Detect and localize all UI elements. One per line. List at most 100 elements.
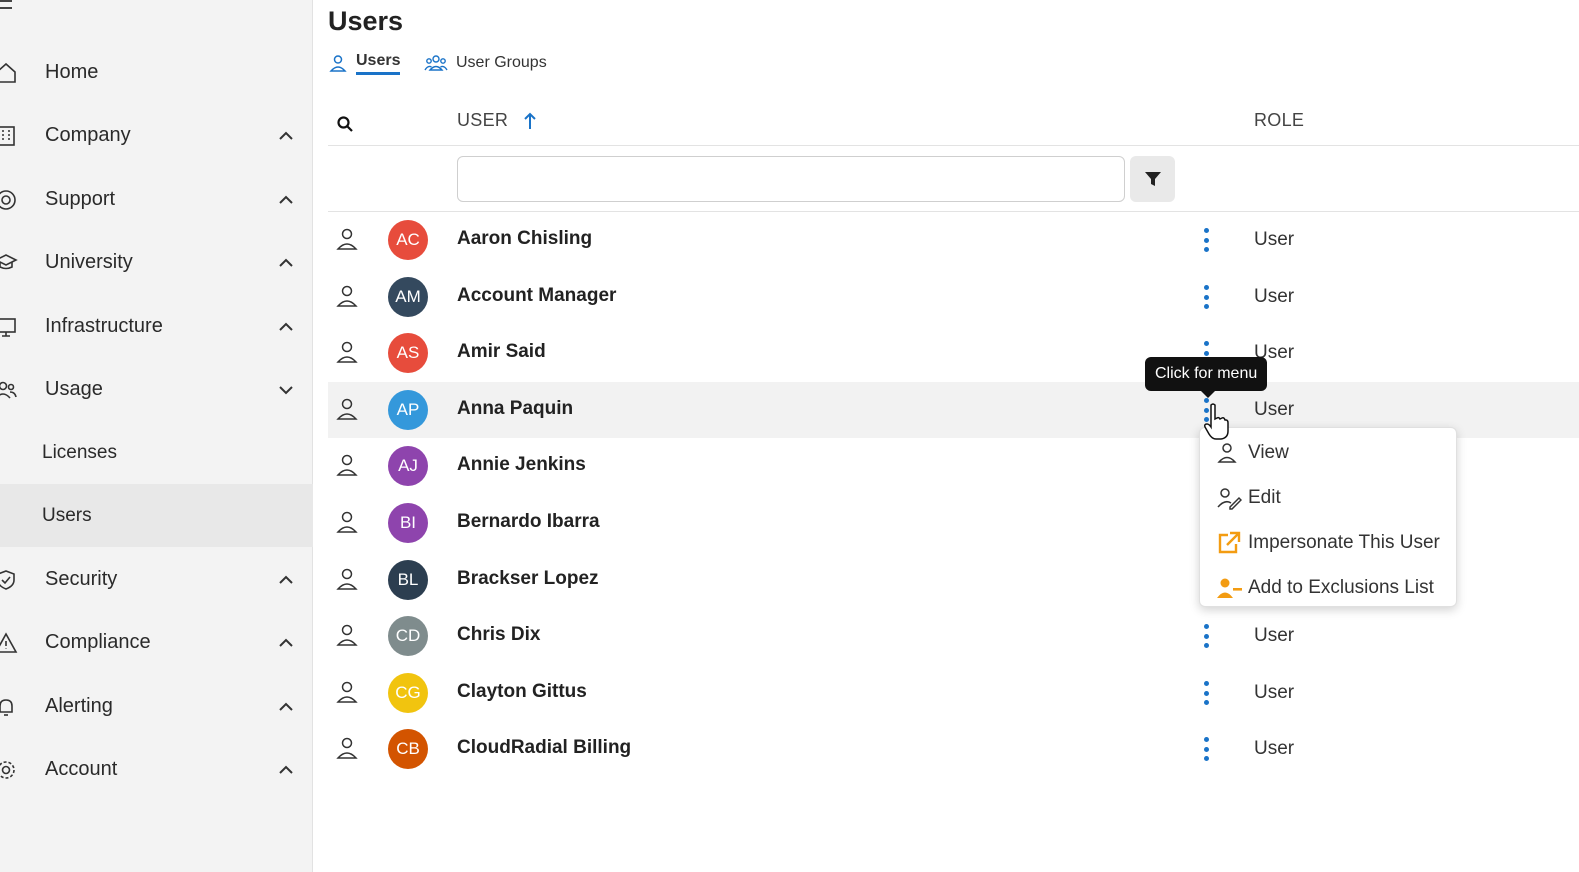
user-filter-input[interactable] xyxy=(457,156,1125,202)
sidebar-item-home[interactable]: Home xyxy=(0,41,313,104)
person-icon xyxy=(1217,442,1237,463)
table-row[interactable]: CG Clayton Gittus User xyxy=(328,665,1579,721)
person-icon xyxy=(336,511,358,533)
avatar: CG xyxy=(388,673,428,713)
user-name[interactable]: Clayton Gittus xyxy=(457,681,587,703)
user-name[interactable]: Bernardo Ibarra xyxy=(457,511,600,533)
sort-ascending-arrow-icon[interactable] xyxy=(523,112,537,130)
chevron-up-icon[interactable] xyxy=(276,253,296,273)
sidebar-item-alerting[interactable]: Alerting xyxy=(0,675,313,738)
table-row[interactable]: AS Amir Said User xyxy=(328,325,1579,381)
sidebar-item-compliance[interactable]: Compliance xyxy=(0,611,313,674)
search-icon[interactable] xyxy=(336,115,354,133)
user-name[interactable]: Aaron Chisling xyxy=(457,228,592,250)
chevron-up-icon[interactable] xyxy=(276,126,296,146)
kebab-menu-icon[interactable] xyxy=(1201,737,1211,761)
kebab-menu-icon[interactable] xyxy=(1201,681,1211,705)
sidebar-item-company[interactable]: Company xyxy=(0,104,313,167)
sidebar-item-label: Users xyxy=(42,504,92,526)
chevron-up-icon[interactable] xyxy=(276,190,296,210)
person-icon xyxy=(329,55,347,72)
person-icon xyxy=(336,737,358,759)
users-group-icon xyxy=(424,55,448,71)
avatar: AJ xyxy=(388,446,428,486)
user-role: User xyxy=(1254,286,1295,307)
bell-icon xyxy=(0,698,13,716)
sidebar-item-infrastructure[interactable]: Infrastructure xyxy=(0,295,313,358)
menu-item-label: Impersonate This User xyxy=(1248,531,1440,553)
user-name[interactable]: Amir Said xyxy=(457,341,546,363)
avatar: AM xyxy=(388,277,428,317)
column-header-role[interactable]: ROLE xyxy=(1254,110,1304,131)
menu-item-edit[interactable]: Edit xyxy=(1200,475,1458,520)
chevron-up-icon[interactable] xyxy=(276,697,296,717)
home-icon xyxy=(0,62,16,83)
hand-pointer-cursor-icon xyxy=(1204,403,1229,440)
user-name[interactable]: Anna Paquin xyxy=(457,398,573,420)
filter-button[interactable] xyxy=(1130,156,1175,202)
building-icon xyxy=(0,125,15,146)
avatar: BI xyxy=(388,503,428,543)
tab-user-groups[interactable]: User Groups xyxy=(424,50,547,76)
sidebar-item-label: Security xyxy=(45,568,118,590)
menu-item-add-exclusion[interactable]: Add to Exclusions List xyxy=(1200,565,1458,610)
graduation-cap-icon xyxy=(0,253,18,269)
person-icon xyxy=(336,681,358,703)
filter-row xyxy=(328,146,1579,212)
sidebar-item-label: Company xyxy=(45,124,131,146)
column-header-user[interactable]: USER xyxy=(457,110,508,131)
hamburger-menu-icon[interactable] xyxy=(0,0,16,18)
shield-icon xyxy=(0,569,15,590)
sidebar-item-university[interactable]: University xyxy=(0,231,313,294)
sidebar: Home Company Support University Infrastr… xyxy=(0,0,313,872)
table-row[interactable]: CB CloudRadial Billing User xyxy=(328,721,1579,777)
chevron-up-icon[interactable] xyxy=(276,317,296,337)
user-role: User xyxy=(1254,229,1295,250)
chevron-up-icon[interactable] xyxy=(276,633,296,653)
tab-users[interactable]: Users xyxy=(328,50,401,76)
table-row[interactable]: AM Account Manager User xyxy=(328,269,1579,325)
person-icon xyxy=(336,285,358,307)
menu-item-label: Edit xyxy=(1248,486,1281,508)
avatar: CB xyxy=(388,729,428,769)
user-name[interactable]: Account Manager xyxy=(457,285,616,307)
sidebar-subitem-users[interactable]: Users xyxy=(0,484,313,547)
sidebar-item-label: Usage xyxy=(45,378,103,400)
tab-label: User Groups xyxy=(456,54,547,71)
chevron-down-icon[interactable] xyxy=(276,380,296,400)
sidebar-item-security[interactable]: Security xyxy=(0,548,313,611)
user-name[interactable]: Chris Dix xyxy=(457,624,540,646)
sidebar-item-label: Infrastructure xyxy=(45,315,163,337)
sidebar-item-label: Compliance xyxy=(45,631,151,653)
avatar: AS xyxy=(388,333,428,373)
sidebar-item-account[interactable]: Account xyxy=(0,738,313,801)
table-row[interactable]: CD Chris Dix User xyxy=(328,608,1579,664)
person-icon xyxy=(336,454,358,476)
kebab-menu-icon[interactable] xyxy=(1201,285,1211,309)
users-icon xyxy=(0,381,17,399)
person-minus-icon xyxy=(1217,578,1242,598)
sidebar-item-usage[interactable]: Usage xyxy=(0,358,313,421)
sidebar-item-label: Alerting xyxy=(45,695,113,717)
sidebar-item-label: Account xyxy=(45,758,118,780)
user-name[interactable]: Brackser Lopez xyxy=(457,568,599,590)
kebab-menu-icon[interactable] xyxy=(1201,624,1211,648)
user-name[interactable]: CloudRadial Billing xyxy=(457,737,631,759)
row-context-menu: View Edit Impersonate This User Add to E… xyxy=(1199,427,1457,607)
menu-item-impersonate[interactable]: Impersonate This User xyxy=(1200,520,1458,565)
person-icon xyxy=(336,568,358,590)
menu-item-label: Add to Exclusions List xyxy=(1248,576,1434,598)
chevron-up-icon[interactable] xyxy=(276,760,296,780)
kebab-menu-icon[interactable] xyxy=(1201,228,1211,252)
chevron-up-icon[interactable] xyxy=(276,570,296,590)
gear-icon xyxy=(0,760,15,779)
sidebar-item-support[interactable]: Support xyxy=(0,168,313,231)
avatar: BL xyxy=(388,560,428,600)
sidebar-subitem-licenses[interactable]: Licenses xyxy=(0,421,313,484)
menu-item-view[interactable]: View xyxy=(1200,430,1458,475)
person-edit-icon xyxy=(1217,487,1242,510)
warning-icon xyxy=(0,631,18,653)
user-role: User xyxy=(1254,399,1295,420)
user-name[interactable]: Annie Jenkins xyxy=(457,454,586,476)
table-row[interactable]: AC Aaron Chisling User xyxy=(328,212,1579,268)
